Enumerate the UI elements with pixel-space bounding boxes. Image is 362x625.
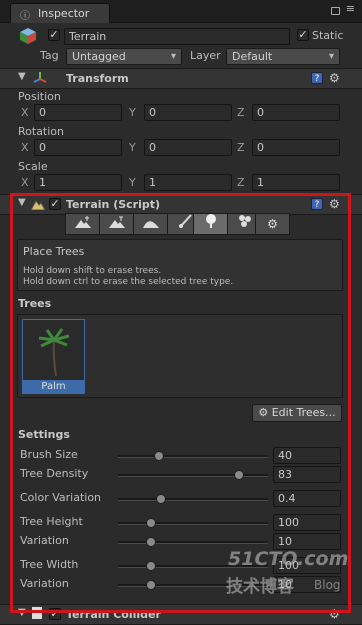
tag-label: Tag <box>40 49 59 62</box>
tab-inspector-label: Inspector <box>38 7 90 20</box>
position-y-field[interactable]: 0 <box>144 104 232 121</box>
position-z-field[interactable]: 0 <box>252 104 340 121</box>
transform-title: Transform <box>66 72 129 85</box>
position-x-field[interactable]: 0 <box>34 104 122 121</box>
rotation-label: Rotation <box>18 125 65 138</box>
layer-dropdown-value: Default <box>232 50 273 63</box>
gameobject-icon <box>19 27 37 45</box>
watermark-blog: Blog <box>314 578 341 592</box>
rotation-y-value: 0 <box>149 141 156 154</box>
tab-inspector[interactable]: ⓘ Inspector <box>10 3 110 23</box>
transform-header[interactable]: ▼ Transform ? ⚙ <box>0 68 362 89</box>
position-x-axis: X <box>21 106 29 119</box>
scale-z-axis: Z <box>237 176 245 189</box>
lock-icon[interactable] <box>331 7 340 15</box>
scale-z-field[interactable]: 1 <box>252 174 340 191</box>
scale-x-value: 1 <box>39 176 46 189</box>
gear-icon[interactable]: ⚙ <box>329 72 340 84</box>
rotation-x-field[interactable]: 0 <box>34 139 122 156</box>
foldout-arrow-icon[interactable]: ▼ <box>18 71 26 82</box>
rotation-y-field[interactable]: 0 <box>144 139 232 156</box>
position-y-value: 0 <box>149 106 156 119</box>
position-z-value: 0 <box>257 106 264 119</box>
rotation-z-axis: Z <box>237 141 245 154</box>
rotation-z-value: 0 <box>257 141 264 154</box>
scale-x-axis: X <box>21 176 29 189</box>
scale-label: Scale <box>18 160 48 173</box>
scale-x-field[interactable]: 1 <box>34 174 122 191</box>
watermark-sub: 技术博客 <box>226 577 294 597</box>
rotation-z-field[interactable]: 0 <box>252 139 340 156</box>
layer-label: Layer <box>190 49 221 62</box>
rotation-x-axis: X <box>21 141 29 154</box>
tab-bar: ⓘ Inspector ≡ <box>0 0 362 23</box>
rotation-x-value: 0 <box>39 141 46 154</box>
position-y-axis: Y <box>129 106 136 119</box>
rotation-y-axis: Y <box>129 141 136 154</box>
tag-dropdown-value: Untagged <box>72 50 126 63</box>
position-z-axis: Z <box>237 106 245 119</box>
help-icon[interactable]: ? <box>311 72 323 84</box>
scale-z-value: 1 <box>257 176 264 189</box>
active-checkbox[interactable]: ✓ <box>48 29 60 41</box>
transform-icon <box>33 71 47 88</box>
tab-menu-icon[interactable]: ≡ <box>346 3 355 14</box>
info-icon: ⓘ <box>20 11 30 22</box>
tag-dropdown[interactable]: Untagged <box>66 48 182 65</box>
watermark-main: 51CTO.com <box>228 548 349 570</box>
scale-y-axis: Y <box>129 176 136 189</box>
scale-y-field[interactable]: 1 <box>144 174 232 191</box>
position-x-value: 0 <box>39 106 46 119</box>
object-name-value: Terrain <box>69 30 107 43</box>
scale-y-value: 1 <box>149 176 156 189</box>
position-label: Position <box>18 90 61 103</box>
object-name-field[interactable]: Terrain <box>64 28 290 45</box>
static-label: Static <box>312 29 344 42</box>
watermark: 51CTO.com 技术博客 Blog <box>222 548 352 598</box>
static-checkbox[interactable]: ✓ <box>297 29 309 41</box>
layer-dropdown[interactable]: Default <box>226 48 340 65</box>
